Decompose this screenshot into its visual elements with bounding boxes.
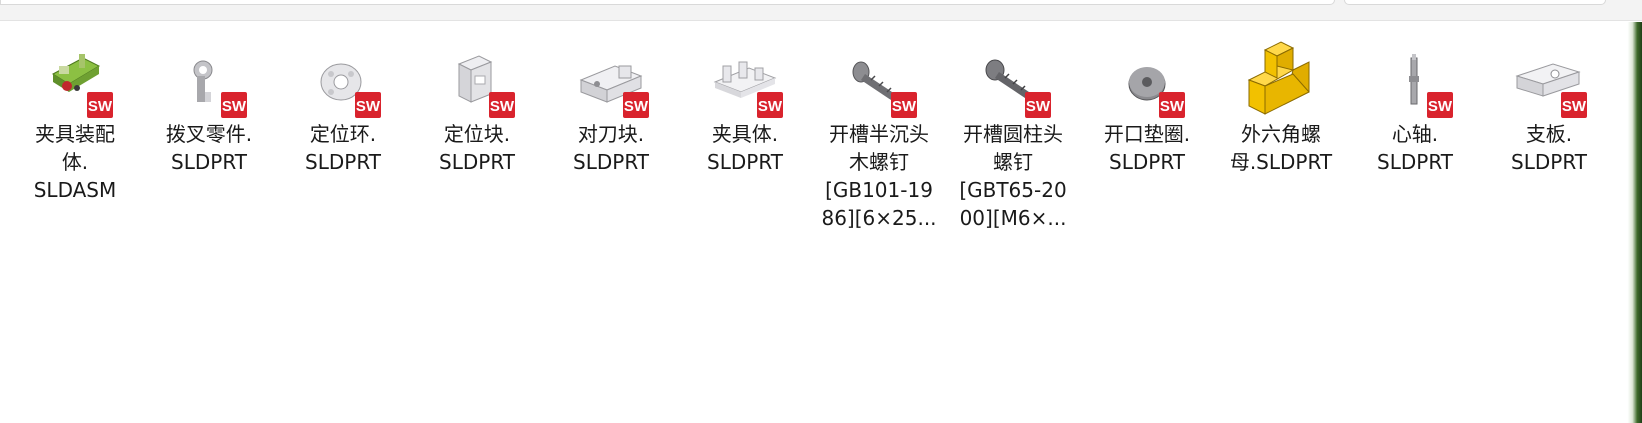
ring-part-icon: SW	[307, 36, 381, 118]
file-item[interactable]: SW 对刀块. SLDPRT	[544, 36, 678, 232]
file-item[interactable]: SW 支板. SLDPRT	[1482, 36, 1616, 232]
file-item[interactable]: SW 夹具体. SLDPRT	[678, 36, 812, 232]
shaft-part-icon: SW	[1379, 36, 1453, 118]
svg-text:SW: SW	[624, 98, 649, 115]
file-item[interactable]: SW 定位环. SLDPRT	[276, 36, 410, 232]
solidworks-badge-icon: SW	[1025, 92, 1051, 118]
solidworks-badge-icon: SW	[1427, 92, 1453, 118]
svg-text:SW: SW	[758, 98, 783, 115]
solidworks-badge-icon: SW	[355, 92, 381, 118]
solidworks-badge-icon: SW	[623, 92, 649, 118]
svg-text:SW: SW	[88, 98, 113, 115]
toolbar-strip	[0, 0, 1642, 21]
generic-part-icon	[1245, 36, 1317, 118]
svg-text:SW: SW	[222, 98, 247, 115]
washer-part-icon: SW	[1111, 36, 1185, 118]
file-item[interactable]: SW 开槽圆柱头 螺钉 [GBT65-20 00][M6×...	[946, 36, 1080, 232]
file-name-label: 开槽半沉头 木螺钉 [GB101-19 86][6×25...	[821, 122, 937, 230]
cap-screw-part-icon: SW	[977, 36, 1051, 118]
svg-text:SW: SW	[356, 98, 381, 115]
file-name-label: 定位块. SLDPRT	[439, 122, 515, 174]
file-name-label: 定位环. SLDPRT	[305, 122, 381, 174]
file-item[interactable]: SW 夹具装配 体. SLDASM	[8, 36, 142, 232]
file-item[interactable]: SW 心轴. SLDPRT	[1348, 36, 1482, 232]
desktop-background-edge	[1618, 22, 1642, 423]
file-name-label: 拨叉零件. SLDPRT	[165, 122, 253, 174]
file-name-label: 夹具体. SLDPRT	[707, 122, 783, 174]
file-item[interactable]: 外六角螺 母.SLDPRT	[1214, 36, 1348, 232]
plate-part-icon: SW	[1513, 36, 1587, 118]
svg-text:SW: SW	[1562, 98, 1587, 115]
fork-part-icon: SW	[173, 36, 247, 118]
file-name-label: 开口垫圈. SLDPRT	[1103, 122, 1191, 174]
file-name-label: 开槽圆柱头 螺钉 [GBT65-20 00][M6×...	[959, 122, 1067, 230]
setting-block-part-icon: SW	[575, 36, 649, 118]
assembly-icon: SW	[39, 36, 113, 118]
fixture-body-part-icon: SW	[709, 36, 783, 118]
file-name-label: 外六角螺 母.SLDPRT	[1229, 122, 1333, 174]
file-grid: SW 夹具装配 体. SLDASM SW 拨叉零件. SLDPRT SW 定位环…	[8, 36, 1616, 232]
solidworks-badge-icon: SW	[489, 92, 515, 118]
svg-text:SW: SW	[490, 98, 515, 115]
block-part-icon: SW	[441, 36, 515, 118]
address-bar[interactable]	[0, 0, 1335, 5]
screw-part-icon: SW	[843, 36, 917, 118]
solidworks-badge-icon: SW	[1159, 92, 1185, 118]
svg-text:SW: SW	[1026, 98, 1051, 115]
solidworks-badge-icon: SW	[891, 92, 917, 118]
file-item[interactable]: SW 开口垫圈. SLDPRT	[1080, 36, 1214, 232]
solidworks-badge-icon: SW	[87, 92, 113, 118]
svg-text:SW: SW	[1160, 98, 1185, 115]
solidworks-badge-icon: SW	[757, 92, 783, 118]
solidworks-badge-icon: SW	[1561, 92, 1587, 118]
file-item[interactable]: SW 定位块. SLDPRT	[410, 36, 544, 232]
svg-text:SW: SW	[1428, 98, 1453, 115]
solidworks-badge-icon: SW	[221, 92, 247, 118]
file-name-label: 对刀块. SLDPRT	[573, 122, 649, 174]
file-name-label: 支板. SLDPRT	[1511, 122, 1587, 174]
svg-text:SW: SW	[892, 98, 917, 115]
file-explorer-window: SW 夹具装配 体. SLDASM SW 拨叉零件. SLDPRT SW 定位环…	[0, 0, 1642, 423]
file-name-label: 心轴. SLDPRT	[1377, 122, 1453, 174]
file-name-label: 夹具装配 体. SLDASM	[33, 122, 117, 202]
search-box[interactable]	[1344, 0, 1606, 5]
file-item[interactable]: SW 开槽半沉头 木螺钉 [GB101-19 86][6×25...	[812, 36, 946, 232]
file-item[interactable]: SW 拨叉零件. SLDPRT	[142, 36, 276, 232]
